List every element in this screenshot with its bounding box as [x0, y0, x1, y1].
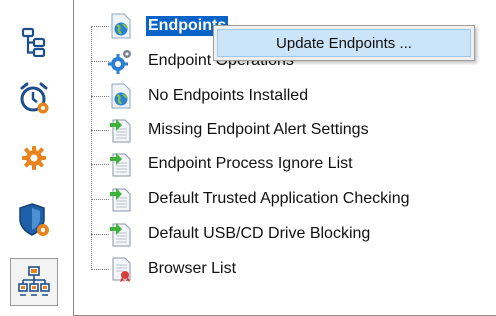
tree-connector: [91, 269, 109, 270]
tree-item-missing-endpoint-alert-settings[interactable]: Missing Endpoint Alert Settings: [108, 117, 371, 143]
tree-item-browser-list[interactable]: Browser List: [108, 256, 238, 282]
tree-connector: [91, 234, 109, 235]
hierarchy-tree-icon: [21, 27, 46, 57]
schedule-button[interactable]: [10, 74, 58, 122]
tree-item-default-trusted-application-checking[interactable]: Default Trusted Application Checking: [108, 186, 411, 212]
tree-item-default-usb-cd-drive-blocking[interactable]: Default USB/CD Drive Blocking: [108, 221, 372, 247]
settings-button[interactable]: [10, 134, 58, 182]
tree-item-label: No Endpoints Installed: [148, 87, 309, 104]
shield-gear-icon: [19, 203, 49, 236]
tree-connector: [91, 96, 109, 97]
tree-item-endpoint-process-ignore-list[interactable]: Endpoint Process Ignore List: [108, 151, 355, 177]
tree-item-label: Endpoint Process Ignore List: [148, 155, 353, 172]
document-arrow-icon: [108, 221, 134, 247]
tree-item-endpoints[interactable]: Endpoints: [108, 13, 229, 39]
hierarchy-button[interactable]: [10, 18, 58, 66]
security-button[interactable]: [10, 196, 58, 244]
gear-icon: [22, 146, 46, 170]
network-computers-icon: [18, 266, 50, 296]
document-arrow-icon: [108, 186, 134, 212]
tree-item-label: Default Trusted Application Checking: [148, 190, 410, 207]
left-toolbar: [0, 0, 68, 316]
tree-connector: [91, 61, 109, 62]
tree-item-label: Browser List: [148, 260, 237, 277]
tree-item-no-endpoints-installed[interactable]: No Endpoints Installed: [108, 83, 310, 109]
context-menu: Update Endpoints ...: [213, 25, 475, 61]
endpoint-globe-icon: [108, 83, 134, 109]
update-endpoints-menu-item[interactable]: Update Endpoints ...: [217, 29, 471, 57]
tree-connector: [91, 164, 109, 165]
endpoint-globe-icon: [108, 13, 134, 39]
tree-item-label: Default USB/CD Drive Blocking: [148, 225, 371, 242]
network-button[interactable]: [10, 258, 58, 306]
endpoint-gear-icon: [108, 48, 134, 74]
document-arrow-icon: [108, 151, 134, 177]
tree-connector: [91, 199, 109, 200]
tree-item-label: Missing Endpoint Alert Settings: [148, 121, 369, 138]
tree-connector: [91, 26, 109, 27]
alarm-clock-gear-icon: [20, 82, 49, 114]
tree-connector: [91, 130, 109, 131]
document-seal-icon: [108, 256, 134, 282]
document-arrow-icon: [108, 117, 134, 143]
